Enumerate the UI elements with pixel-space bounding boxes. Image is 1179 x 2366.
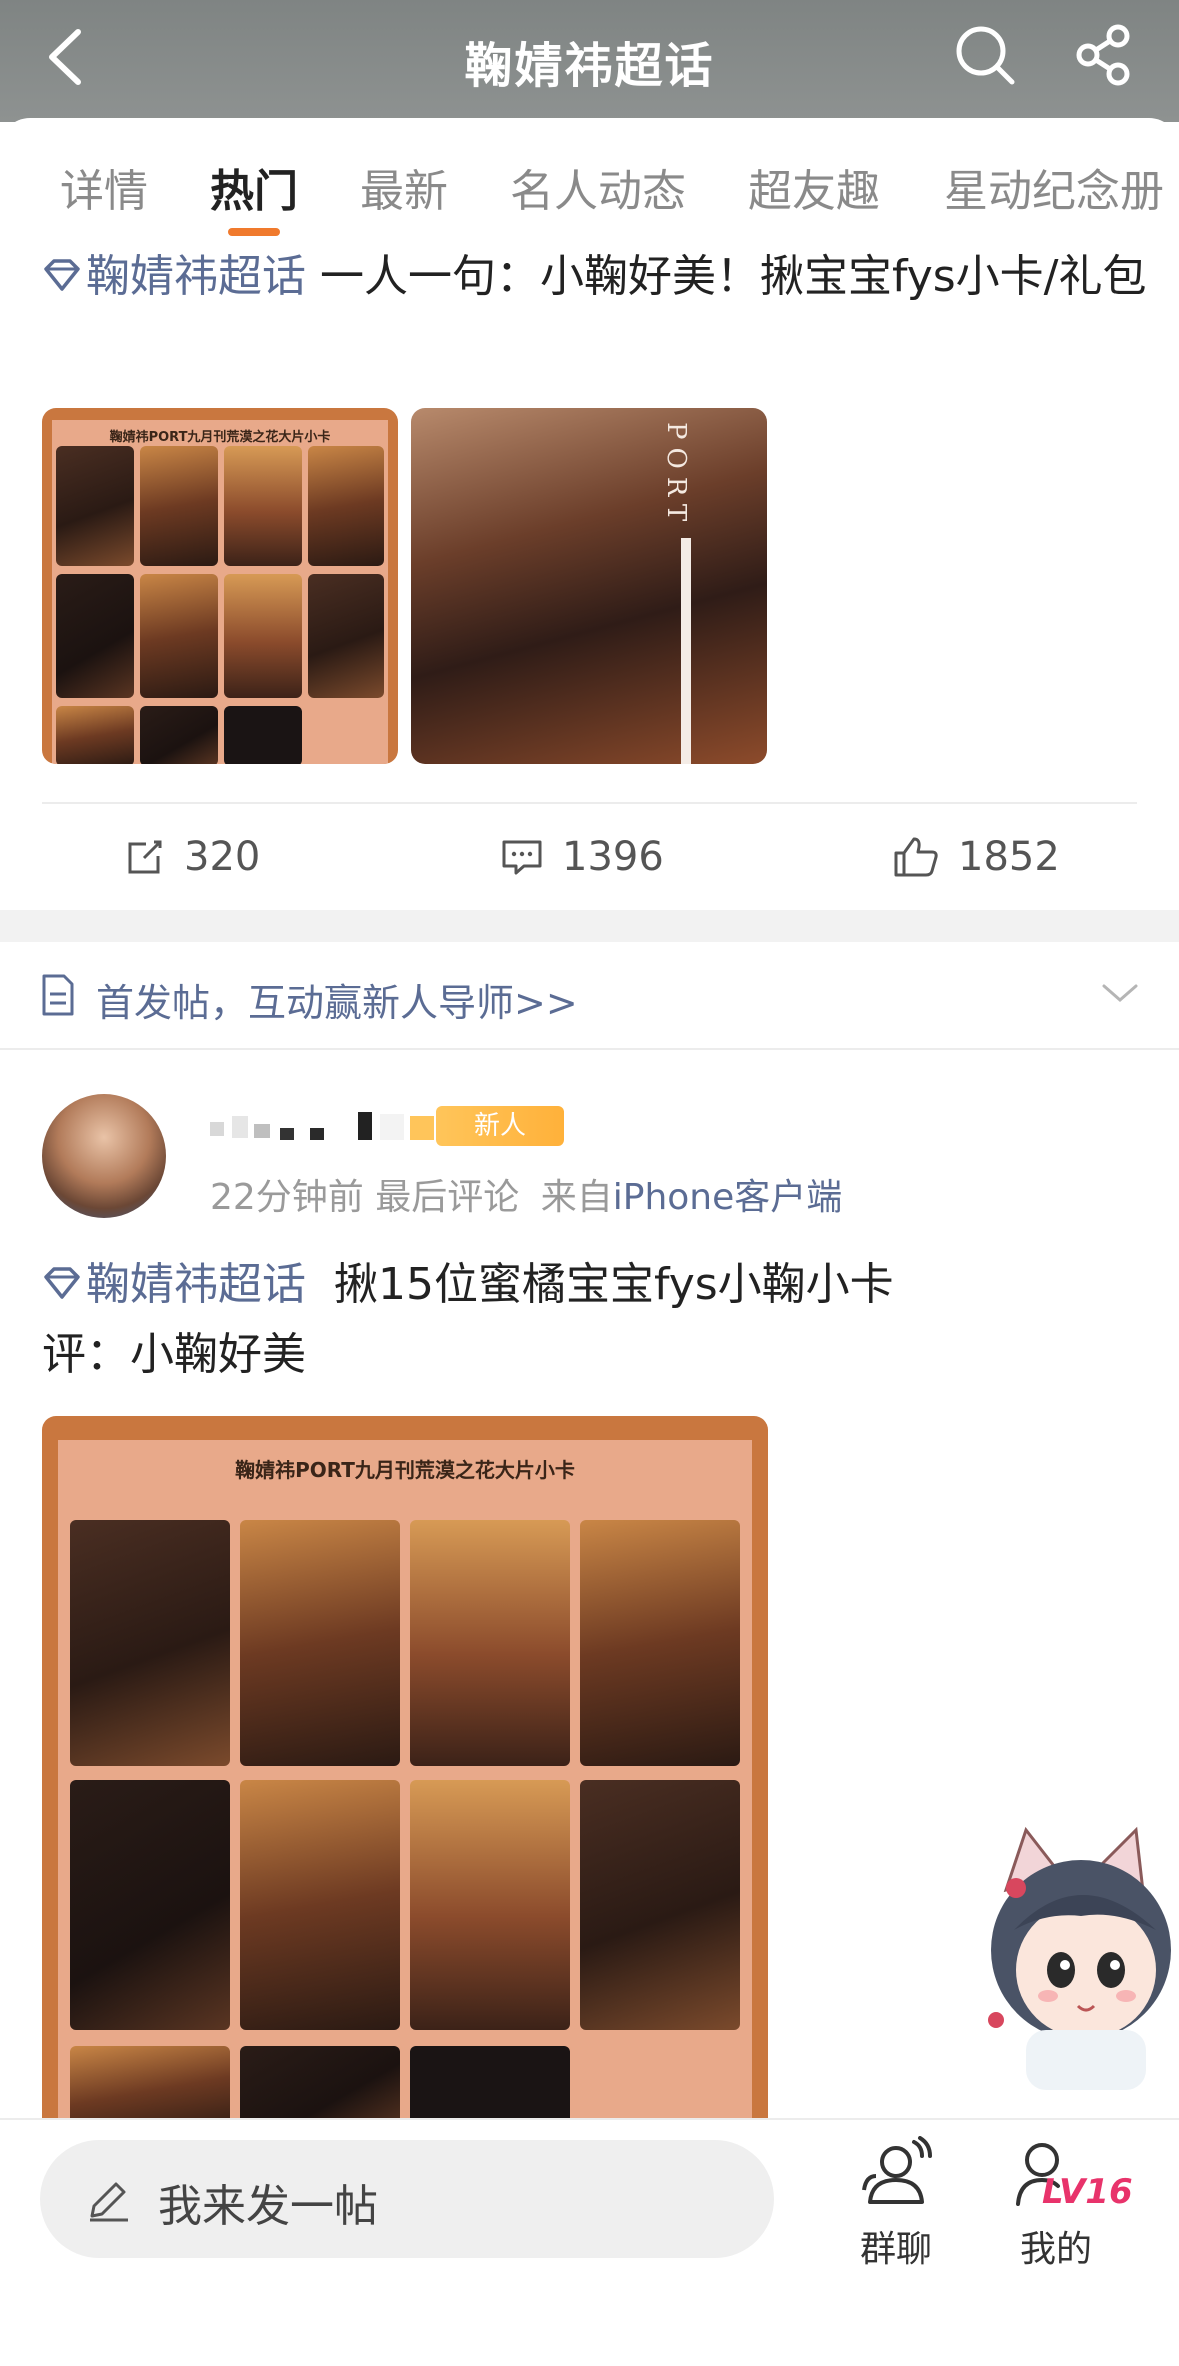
post2-image-card-grid[interactable]: 鞠婧祎PORT九月刊荒漠之花大片小卡 xyxy=(42,1416,768,2118)
chevron-down-icon[interactable] xyxy=(1100,980,1140,1006)
source-prefix: 来自 xyxy=(540,1177,613,1218)
tab-star-album[interactable]: 星动纪念册 xyxy=(944,155,1164,219)
tab-details[interactable]: 详情 xyxy=(60,155,148,219)
last-comment-label: 最后评论 xyxy=(375,1177,520,1218)
share-icon[interactable] xyxy=(1070,20,1140,90)
tab-latest[interactable]: 最新 xyxy=(360,155,448,219)
repost-count: 320 xyxy=(184,834,261,880)
post1-divider xyxy=(42,802,1137,804)
comment-icon xyxy=(502,840,542,875)
post1-topic-link[interactable]: 鞠婧祎超话 xyxy=(42,251,306,302)
section-separator xyxy=(0,910,1179,942)
post2-body: 揪15位蜜橘宝宝fys小鞠小卡 xyxy=(334,1259,894,1310)
post2-body-line2: 评：小鞠好美 xyxy=(42,1329,306,1380)
post1-image-title: 鞠婧祎PORT九月刊荒漠之花大片小卡 xyxy=(109,430,331,445)
post-time: 22分钟前 xyxy=(210,1177,364,1218)
like-button[interactable]: 1852 xyxy=(892,822,1060,892)
newbie-badge: 新人 xyxy=(436,1106,564,1146)
group-chat-label[interactable]: 群聊 xyxy=(836,2220,956,2272)
magazine-logo-text: PORT xyxy=(661,422,691,530)
post2-meta: 22分钟前 最后评论 来自iPhone客户端 xyxy=(210,1168,842,1220)
thumbs-up-icon xyxy=(894,837,938,877)
cat-girl-mascot-icon[interactable] xyxy=(966,1820,1179,2090)
tab-fan-fun[interactable]: 超友趣 xyxy=(748,155,880,219)
source-client: iPhone客户端 xyxy=(612,1177,843,1218)
tab-hot[interactable]: 热门 xyxy=(210,155,298,219)
diamond-icon xyxy=(44,259,80,291)
post1-body: 一人一句：小鞠好美！揪宝宝fys小卡/礼包 xyxy=(320,251,1147,302)
repost-icon xyxy=(128,840,162,874)
comment-count: 1396 xyxy=(562,834,664,880)
post1-image-magazine-cover[interactable]: PORT xyxy=(411,408,767,764)
repost-button[interactable]: 320 xyxy=(124,822,260,892)
post2-image-title: 鞠婧祎PORT九月刊荒漠之花大片小卡 xyxy=(235,1458,575,1482)
post2-text[interactable]: 鞠婧祎超话 揪15位蜜橘宝宝fys小鞠小卡 评：小鞠好美 xyxy=(42,1250,1162,1390)
avatar[interactable] xyxy=(42,1094,166,1218)
post2-topic-link[interactable]: 鞠婧祎超话 xyxy=(42,1259,306,1310)
like-count: 1852 xyxy=(958,834,1060,880)
pencil-icon xyxy=(90,2182,128,2222)
username-blurred[interactable] xyxy=(210,1110,440,1144)
user-level-badge: LV16 xyxy=(1042,2172,1133,2212)
diamond-icon xyxy=(44,1267,80,1299)
post1-image-card-grid[interactable]: 鞠婧祎PORT九月刊荒漠之花大片小卡 xyxy=(42,408,398,764)
search-icon[interactable] xyxy=(950,20,1020,90)
group-chat-icon[interactable] xyxy=(856,2136,936,2210)
post1-text[interactable]: 鞠婧祎超话 一人一句：小鞠好美！揪宝宝fys小卡/礼包 xyxy=(42,242,1162,312)
notice-text[interactable]: 首发帖，互动赢新人导师>> xyxy=(96,972,578,1027)
comment-button[interactable]: 1396 xyxy=(500,822,664,892)
mine-label[interactable]: 我的 xyxy=(996,2220,1116,2272)
compose-post-button[interactable] xyxy=(40,2140,774,2258)
document-icon xyxy=(42,974,74,1016)
compose-placeholder[interactable]: 我来发一帖 xyxy=(158,2170,378,2234)
tab-celebrity-updates[interactable]: 名人动态 xyxy=(510,155,686,219)
active-tab-indicator xyxy=(228,228,280,236)
